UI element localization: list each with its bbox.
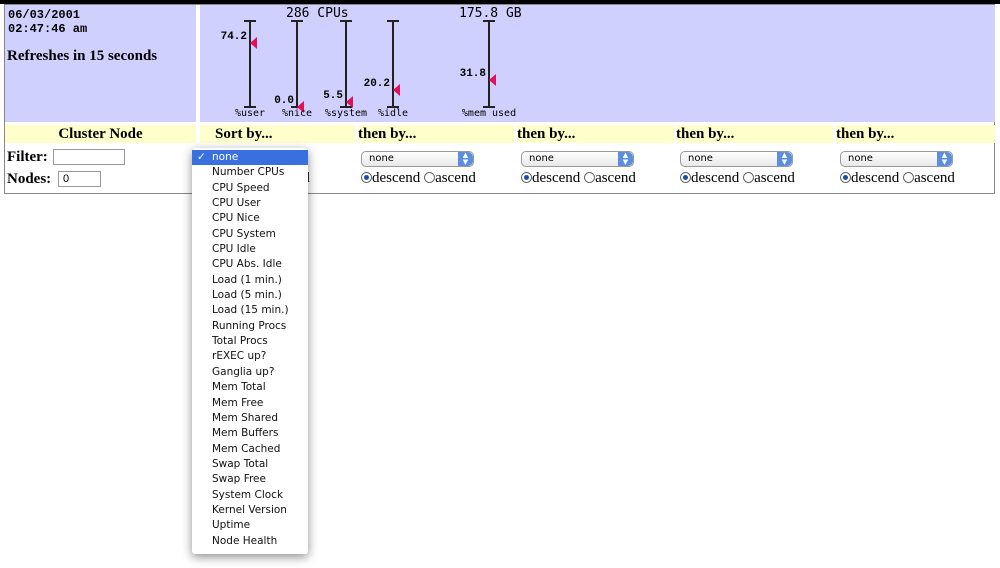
gauge-cap-top [340,20,352,22]
header-then-by-2: then by... [517,125,674,143]
updown-arrows-icon: ▲▼ [458,152,473,166]
descend-label: descend [372,170,421,186]
gauge-cap-top [483,20,495,22]
gauges-cell [200,5,995,122]
gauge-value: 31.8 [459,67,486,80]
gauge-cap-top [387,20,399,22]
status-cell: 06/03/2001 02:47:46 am Refreshes in 15 s… [5,5,196,122]
select-value: none [848,153,873,164]
descend-radio[interactable] [840,172,851,183]
dropdown-option[interactable]: Swap Total [192,457,308,472]
sort-select-5[interactable]: none ▲ ▼ [840,151,953,167]
dropdown-option[interactable]: Mem Free [192,396,308,411]
gauge-marker-icon [346,96,353,109]
header-sort-by: Sort by... [200,125,355,143]
ascend-label: ascend [754,170,795,186]
filter-input[interactable] [53,149,125,165]
dropdown-option[interactable]: Mem Total [192,380,308,395]
dropdown-option[interactable]: Node Health [192,534,308,549]
header-then-by-3: then by... [676,125,833,143]
cpu-count: 286 CPUs [286,6,349,21]
descend-label: descend [532,170,581,186]
dropdown-option[interactable]: Uptime [192,518,308,533]
gauge-marker-icon [489,73,496,86]
order-radios-3: descend ascend [521,170,636,187]
dropdown-option[interactable]: Running Procs [192,319,308,334]
gauge-label: %idle [377,108,409,119]
sort-by-dropdown-menu[interactable]: noneNumber CPUsCPU SpeedCPU UserCPU Nice… [192,148,308,554]
dropdown-option[interactable]: Swap Free [192,472,308,487]
dropdown-option[interactable]: Kernel Version [192,503,308,518]
ascend-radio[interactable] [584,172,596,183]
dropdown-option[interactable]: Mem Cached [192,442,308,457]
dropdown-option[interactable]: Load (5 min.) [192,288,308,303]
gauge-bar [345,21,347,107]
gauge-marker-icon [250,37,257,50]
select-value: none [369,153,394,164]
dropdown-option[interactable]: Mem Buffers [192,426,308,441]
descend-radio[interactable] [680,172,691,183]
nodes-label: Nodes: [7,171,52,187]
ascend-radio[interactable] [424,172,436,183]
select-value: none [529,153,554,164]
dropdown-option[interactable]: rEXEC up? [192,349,308,364]
refresh-text: Refreshes in 15 seconds [7,48,158,64]
gauge-value: 0.0 [274,95,294,107]
ascend-label: ascend [914,170,955,186]
dropdown-option[interactable]: Load (1 min.) [192,273,308,288]
descend-radio[interactable] [521,172,532,183]
descend-label: descend [851,170,900,186]
sort-select-3[interactable]: none ▲ ▼ [521,151,634,167]
ascend-radio[interactable] [903,172,915,183]
header-cluster-node: Cluster Node [5,125,196,143]
gauge-bar [249,21,251,107]
descend-label: descend [691,170,740,186]
gauge-bar [488,21,490,107]
ascend-label: ascend [435,170,476,186]
dropdown-option[interactable]: CPU Nice [192,211,308,226]
dropdown-option[interactable]: System Clock [192,488,308,503]
dropdown-option[interactable]: Number CPUs [192,165,308,180]
nodes-input[interactable] [58,171,101,187]
date: 06/03/2001 [8,8,81,22]
mem-total: 175.8 GB [459,6,522,21]
dropdown-option[interactable]: CPU Speed [192,181,308,196]
dropdown-option[interactable]: CPU Abs. Idle [192,257,308,272]
sort-select-4[interactable]: none ▲ ▼ [680,151,793,167]
dropdown-option[interactable]: Load (15 min.) [192,303,308,318]
dropdown-option[interactable]: none [192,150,308,166]
dropdown-option[interactable]: Mem Shared [192,411,308,426]
order-radios-5: descend ascend [840,170,955,187]
time: 02:47:46 am [8,22,88,36]
select-value: none [688,153,713,164]
dropdown-option[interactable]: CPU Idle [192,242,308,257]
header-then-by-4: then by... [836,125,995,143]
updown-arrows-icon: ▲▼ [618,152,633,166]
header-then-by-1: then by... [358,125,514,143]
updown-arrows-icon: ▲▼ [777,152,792,166]
order-radios-4: descend ascend [680,170,795,187]
dropdown-option[interactable]: Ganglia up? [192,365,308,380]
gauge-value: 5.5 [323,90,343,103]
gauge-value: 74.2 [220,31,247,44]
dropdown-option[interactable]: Total Procs [192,334,308,349]
gauge-bar [296,21,298,107]
dropdown-option[interactable]: CPU System [192,227,308,242]
filter-label: Filter: [7,149,48,165]
gauge-label: %mem used [461,108,517,119]
gauge-cap-top [291,20,303,22]
ascend-label: ascend [595,170,636,186]
ascend-radio[interactable] [743,172,755,183]
gauge-value: 20.2 [363,77,390,90]
dropdown-option[interactable]: CPU User [192,196,308,211]
descend-radio[interactable] [361,172,372,183]
gauge-marker-icon [393,83,400,96]
order-radios-2: descend ascend [361,170,476,187]
updown-arrows-icon: ▲▼ [937,152,952,166]
sort-select-2[interactable]: none ▲ ▼ [361,151,474,167]
gauge-cap-top [244,20,256,22]
